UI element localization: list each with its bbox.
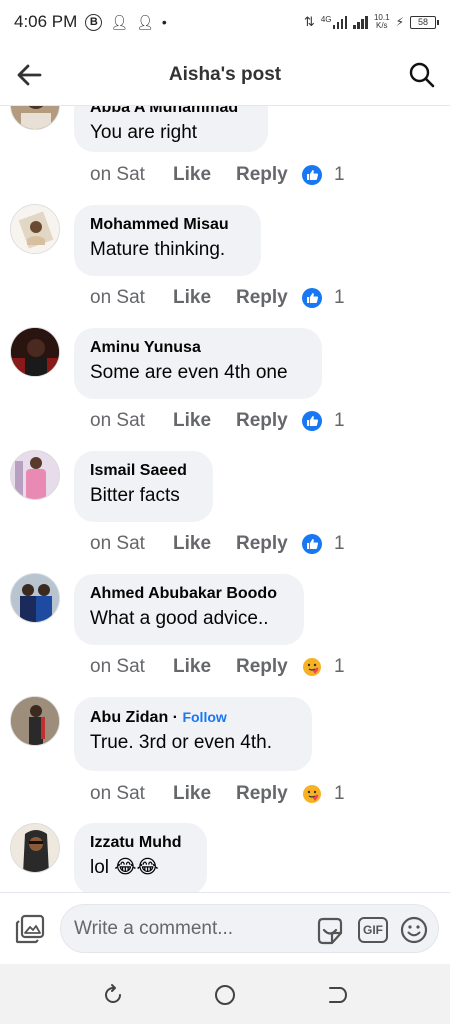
reaction-summary[interactable]: 1	[302, 533, 345, 555]
battery-icon: 58	[410, 15, 439, 29]
gif-button[interactable]: GIF	[358, 917, 388, 943]
avatar[interactable]	[10, 450, 60, 500]
like-button[interactable]: Like	[173, 656, 236, 678]
comment-time[interactable]: on Sat	[90, 656, 173, 678]
avatar[interactable]	[10, 106, 60, 130]
post-header: Aisha's post	[0, 44, 450, 106]
like-button[interactable]: Like	[173, 287, 236, 309]
reaction-count: 1	[334, 656, 345, 677]
avatar[interactable]	[10, 204, 60, 254]
comment-text: Bitter facts	[90, 485, 180, 506]
reply-button[interactable]: Reply	[236, 533, 302, 555]
avatar[interactable]	[10, 823, 60, 873]
network-speed: 10.1 K/s	[373, 13, 390, 30]
care-reaction-icon	[303, 658, 321, 676]
comment-text: Some are even 4th one	[90, 362, 288, 383]
comment-bubble[interactable]: Aminu Yunusa Some are even 4th one	[74, 328, 322, 399]
status-bar: 4:06 PM B 👤︎ 👤︎ • ⇅ 4G 10.1 K/s ⚡︎ 58	[0, 0, 450, 44]
like-button[interactable]: Like	[173, 410, 236, 432]
comment-author[interactable]: Ismail Saeed	[90, 461, 197, 481]
reaction-count: 1	[334, 287, 345, 308]
reaction-summary[interactable]: 1	[302, 783, 345, 805]
comment-bubble[interactable]: Mohammed Misau Mature thinking.	[74, 205, 261, 276]
like-reaction-icon	[302, 165, 322, 185]
app-badge-icon: B	[85, 13, 103, 31]
avatar[interactable]	[10, 573, 60, 623]
reply-button[interactable]: Reply	[236, 656, 302, 678]
comment-author[interactable]: Ahmed Abubakar Boodo	[90, 584, 288, 604]
comment-text: Mature thinking.	[90, 239, 226, 260]
comment-input[interactable]: Write a comment... GIF	[60, 904, 439, 953]
care-reaction-icon	[303, 785, 321, 803]
comment-author[interactable]: Abba A Muhammad	[90, 106, 252, 118]
like-reaction-icon	[302, 411, 322, 431]
reply-button[interactable]: Reply	[236, 410, 302, 432]
reply-button[interactable]: Reply	[236, 783, 302, 805]
comment-time[interactable]: on Sat	[90, 533, 173, 555]
reaction-summary[interactable]: 1	[302, 410, 345, 432]
comment-bubble[interactable]: Ismail Saeed Bitter facts	[74, 451, 213, 522]
home-icon[interactable]	[213, 983, 237, 1007]
follow-button[interactable]: Follow	[182, 709, 226, 725]
comment-bubble[interactable]: Izzatu Muhd lol 😂😂	[74, 823, 207, 892]
reply-button[interactable]: Reply	[236, 287, 302, 309]
reaction-count: 1	[334, 410, 345, 431]
like-reaction-icon	[302, 534, 322, 554]
comments-list[interactable]: Abba A Muhammad You are right on Sat Lik…	[0, 106, 450, 892]
comment-bubble[interactable]: Abu Zidan · Follow True. 3rd or even 4th…	[74, 697, 312, 771]
comment-author[interactable]: Abu Zidan	[90, 709, 168, 726]
like-reaction-icon	[302, 288, 322, 308]
photo-icon[interactable]	[14, 913, 46, 945]
comment-time[interactable]: on Sat	[90, 287, 173, 309]
back-icon[interactable]	[325, 983, 349, 1007]
comment-author[interactable]: Aminu Yunusa	[90, 338, 306, 358]
person-add-icon-2: 👤︎	[136, 13, 154, 30]
comment-author[interactable]: Izzatu Muhd	[90, 833, 191, 853]
comment-text: lol 😂😂	[90, 857, 159, 878]
reaction-summary[interactable]: 1	[302, 164, 345, 186]
comment-bubble[interactable]: Abba A Muhammad You are right	[74, 106, 268, 152]
comment-input-placeholder: Write a comment...	[74, 918, 234, 939]
avatar[interactable]	[10, 696, 60, 746]
signal-4g-icon: 4G	[321, 15, 348, 29]
comment-text: True. 3rd or even 4th.	[90, 732, 273, 753]
page-title: Aisha's post	[168, 63, 282, 85]
system-nav-bar	[0, 964, 450, 1024]
reaction-count: 1	[334, 533, 345, 554]
recents-icon[interactable]	[101, 983, 125, 1007]
comment-bubble[interactable]: Ahmed Abubakar Boodo What a good advice.…	[74, 574, 304, 645]
reaction-count: 1	[334, 164, 345, 185]
like-button[interactable]: Like	[173, 533, 236, 555]
comment-text: You are right	[90, 122, 198, 143]
comment-author-row: Abu Zidan · Follow	[90, 707, 296, 728]
reaction-count: 1	[334, 783, 345, 804]
search-icon[interactable]	[408, 61, 436, 89]
signal-icon	[353, 15, 368, 29]
reaction-summary[interactable]: 1	[302, 656, 345, 678]
comment-time[interactable]: on Sat	[90, 164, 173, 186]
back-arrow-icon[interactable]	[16, 62, 42, 88]
like-button[interactable]: Like	[173, 164, 236, 186]
comment-text: What a good advice..	[90, 608, 269, 629]
reply-button[interactable]: Reply	[236, 164, 302, 186]
reaction-summary[interactable]: 1	[302, 287, 345, 309]
comment-composer: Write a comment... GIF	[0, 892, 450, 964]
charging-icon: ⚡︎	[395, 15, 404, 29]
emoji-icon[interactable]	[400, 916, 428, 944]
avatar[interactable]	[10, 327, 60, 377]
comment-time[interactable]: on Sat	[90, 410, 173, 432]
follow-separator: ·	[172, 709, 178, 726]
notification-dot-icon: •	[161, 14, 167, 30]
data-arrows-icon: ⇅	[303, 14, 315, 29]
sticker-icon[interactable]	[314, 915, 346, 947]
comment-author[interactable]: Mohammed Misau	[90, 215, 245, 235]
comment-time[interactable]: on Sat	[90, 783, 173, 805]
like-button[interactable]: Like	[173, 783, 236, 805]
person-add-icon: 👤︎	[110, 13, 129, 30]
status-time: 4:06 PM	[14, 12, 78, 31]
